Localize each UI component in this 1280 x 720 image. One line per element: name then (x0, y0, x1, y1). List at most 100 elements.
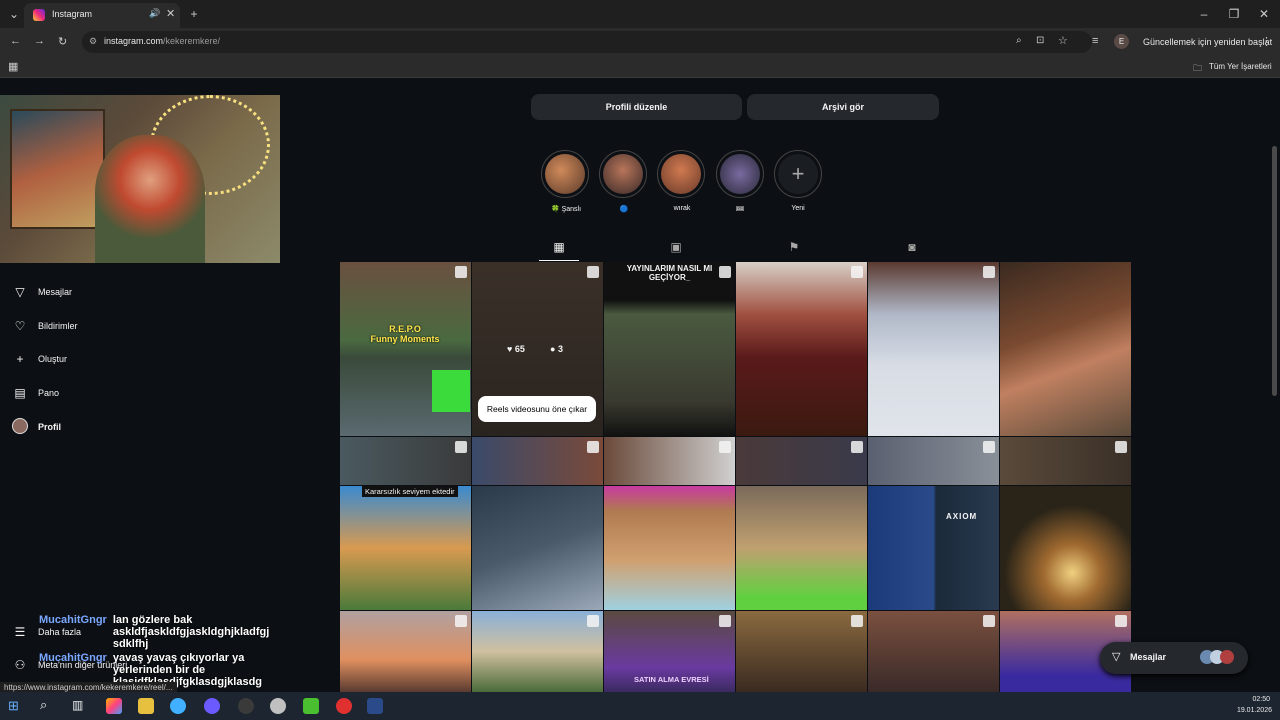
comments-value: 3 (557, 344, 563, 354)
new-tab-icon[interactable]: + (184, 0, 204, 28)
bookmark-star-icon[interactable]: ☆ (1058, 34, 1068, 47)
reel-icon (983, 615, 995, 627)
close-tab-icon[interactable]: ✕ (166, 7, 175, 20)
tagged-tab-icon[interactable]: ◙ (902, 240, 922, 254)
install-icon[interactable]: ⊡ (1036, 35, 1044, 46)
heart-icon: ♡ (14, 319, 26, 333)
post-thumbnail[interactable] (1000, 262, 1131, 436)
close-window-icon[interactable]: ✕ (1254, 0, 1274, 28)
sidebar-item-dashboard[interactable]: ▤ Pano (12, 383, 59, 403)
post-caption: Kararsızlık seviyem ektedir (362, 486, 458, 497)
post-caption: SATIN ALMA EVRESİ (634, 675, 709, 684)
restore-icon[interactable]: ❐ (1224, 0, 1244, 28)
post-thumbnail[interactable] (604, 437, 735, 485)
folder-icon[interactable] (138, 698, 154, 714)
highlight-4[interactable] (716, 150, 764, 198)
post-caption: AXIOM (946, 512, 978, 521)
post-thumbnail[interactable] (868, 262, 999, 436)
reel-icon (455, 266, 467, 278)
post-thumbnail[interactable] (736, 486, 867, 610)
bookmarks-bar: ▦ 🗀 Tüm Yer İşaretleri (0, 56, 1280, 78)
view-archive-button[interactable]: Arşivi gör (747, 94, 939, 120)
post-thumbnail[interactable] (868, 437, 999, 485)
chrome-icon[interactable] (270, 698, 286, 714)
sidebar-item-messages[interactable]: ▽ Mesajlar (12, 282, 72, 302)
plus-icon: + (16, 352, 24, 366)
reel-icon (1115, 615, 1127, 627)
post-thumbnail[interactable] (340, 611, 471, 692)
pin-reel-tooltip[interactable]: Reels videosunu öne çıkar (478, 396, 596, 422)
browser-icon[interactable] (170, 698, 186, 714)
reels-tab-icon[interactable]: ▣ (666, 240, 686, 254)
post-thumbnail[interactable] (736, 262, 867, 436)
back-icon[interactable]: ← (10, 35, 21, 47)
reel-icon (455, 615, 467, 627)
post-thumbnail[interactable]: R.E.P.O Funny Moments (340, 262, 471, 436)
app-icon[interactable] (303, 698, 319, 714)
search-icon[interactable]: ⌕ (40, 697, 47, 713)
all-bookmarks-link[interactable]: Tüm Yer İşaretleri (1209, 62, 1272, 71)
post-thumbnail[interactable] (1000, 437, 1131, 485)
page-scrollbar[interactable] (1272, 146, 1277, 396)
app-icon[interactable] (106, 698, 122, 714)
comments-count: ● 3 (550, 344, 563, 354)
highlight-label: Yeni (791, 205, 805, 212)
post-thumbnail[interactable] (736, 611, 867, 692)
chat-text: lan gözlere bak askldfjaskldfgjaskldghjk… (112, 614, 270, 650)
zoom-icon[interactable]: ⌕ (1016, 35, 1022, 46)
highlight-2[interactable] (599, 150, 647, 198)
clock-time[interactable]: 02:50 (1240, 696, 1270, 703)
post-thumbnail[interactable]: Kararsızlık seviyem ektedir (340, 486, 471, 610)
app-icon[interactable] (204, 698, 220, 714)
sidebar-item-label: Profil (38, 422, 62, 432)
reload-icon[interactable]: ↻ (58, 35, 67, 48)
new-highlight-button[interactable]: + (774, 150, 822, 198)
minimize-icon[interactable]: – (1194, 0, 1214, 28)
highlight-1[interactable] (541, 150, 589, 198)
reading-list-icon[interactable]: ≡ (1092, 35, 1098, 47)
app-icon[interactable] (238, 698, 254, 714)
tab-search-icon[interactable]: ⌄ (4, 0, 24, 28)
steam-icon[interactable] (367, 698, 383, 714)
post-thumbnail[interactable] (472, 486, 603, 610)
saved-tab-icon[interactable]: ⚑ (784, 240, 804, 254)
post-thumbnail[interactable] (604, 486, 735, 610)
app-icon[interactable] (336, 698, 352, 714)
reel-icon (587, 266, 599, 278)
apps-grid-icon[interactable]: ▦ (8, 60, 18, 73)
post-thumbnail[interactable]: AXIOM (868, 486, 999, 610)
update-button[interactable]: Güncellemek için yeniden başlat (1143, 37, 1272, 47)
post-thumbnail[interactable] (472, 611, 603, 692)
sidebar-item-create[interactable]: + Oluştur (12, 349, 67, 369)
post-thumbnail[interactable] (340, 437, 471, 485)
browser-tab-instagram[interactable]: Instagram 🔊 ✕ (24, 3, 180, 28)
messages-widget[interactable]: ▽ Mesajlar (1100, 642, 1248, 674)
menu-kebab-icon[interactable]: ⋮ (1261, 35, 1272, 48)
folder-icon: 🗀 (1193, 63, 1203, 73)
green-screen-overlay (432, 370, 470, 412)
post-thumbnail[interactable]: SATIN ALMA EVRESİ (604, 611, 735, 692)
sidebar-item-notifications[interactable]: ♡ Bildirimler (12, 316, 78, 336)
speaker-icon[interactable]: 🔊 (149, 8, 160, 19)
clock-date[interactable]: 19.01.2026 (1228, 707, 1272, 714)
post-thumbnail[interactable] (472, 437, 603, 485)
post-thumbnail[interactable] (868, 611, 999, 692)
edit-profile-button[interactable]: Profili düzenle (531, 94, 742, 120)
post-thumbnail[interactable] (1000, 486, 1131, 610)
highlight-3[interactable] (657, 150, 705, 198)
site-info-icon[interactable]: ⚙ (89, 36, 97, 47)
post-thumbnail[interactable]: YAYINLARIM NASIL MI GEÇİYOR_ (604, 262, 735, 436)
posts-grid-tab-icon[interactable]: ▦ (549, 240, 569, 254)
start-icon[interactable]: ⊞ (8, 698, 19, 714)
sidebar-item-label: Bildirimler (38, 321, 78, 331)
forward-icon[interactable]: → (34, 35, 45, 47)
highlight-label: wırak (673, 205, 691, 212)
meta-icon: ⚇ (14, 658, 26, 672)
streamer-figure (95, 135, 205, 263)
task-view-icon[interactable]: ▥ (72, 698, 83, 712)
sidebar-item-profile[interactable]: Profil (12, 417, 61, 437)
post-thumbnail[interactable] (736, 437, 867, 485)
url-field[interactable]: ⚙ instagram.com/kekeremkere/ ⌕ ⊡ ☆ (82, 31, 1092, 53)
url-host: instagram.com (104, 36, 164, 46)
profile-avatar[interactable]: E (1114, 34, 1129, 49)
